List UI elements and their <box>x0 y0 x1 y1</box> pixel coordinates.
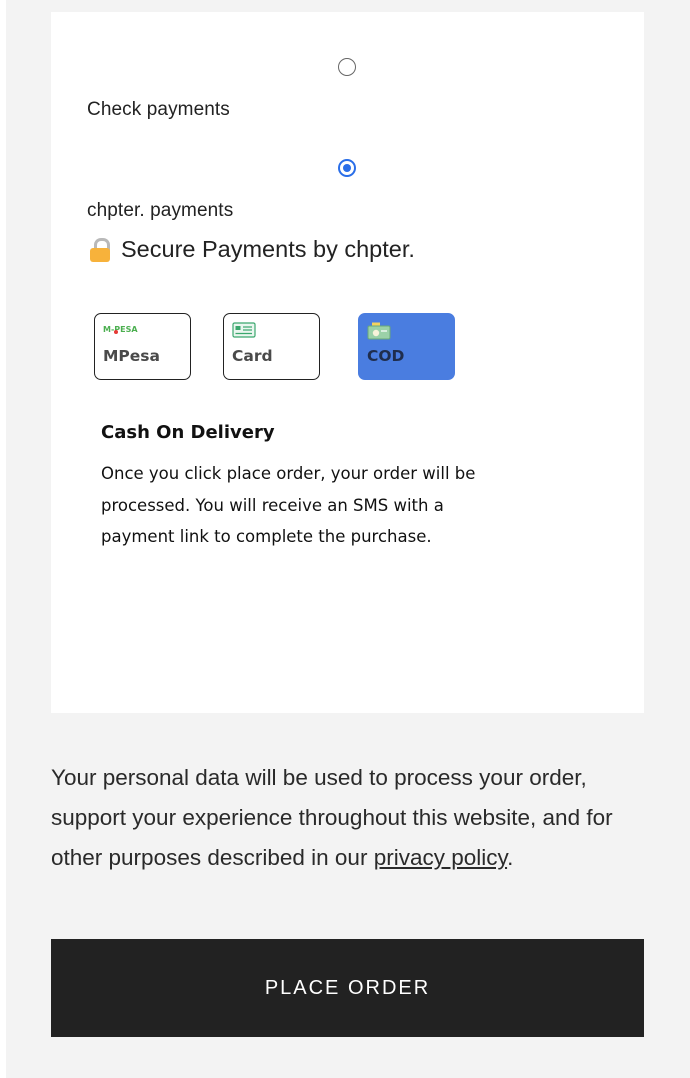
cod-option-label: COD <box>367 347 405 365</box>
privacy-notice: Your personal data will be used to proce… <box>51 758 651 878</box>
privacy-suffix: . <box>507 845 514 870</box>
cash-icon <box>367 322 391 345</box>
lock-icon <box>90 237 112 263</box>
place-order-button[interactable]: PLACE ORDER <box>51 939 644 1037</box>
svg-text:M-PESA: M-PESA <box>103 325 138 334</box>
chpter-payments-radio[interactable] <box>338 159 356 177</box>
secure-payments-text: Secure Payments by chpter. <box>121 236 415 262</box>
check-payments-label[interactable]: Check payments <box>87 99 230 121</box>
mpesa-option-button[interactable]: M-PESA MPesa <box>94 313 191 380</box>
card-option-label: Card <box>232 347 273 365</box>
cod-option-button[interactable]: COD <box>358 313 455 380</box>
cod-description: Once you click place order, your order w… <box>101 464 476 546</box>
cod-title: Cash On Delivery <box>101 422 275 443</box>
secure-payments-banner: Secure Payments by chpter. <box>90 236 415 263</box>
card-option-button[interactable]: Card <box>223 313 320 380</box>
mpesa-logo-icon: M-PESA <box>103 322 141 340</box>
mpesa-option-label: MPesa <box>103 347 160 365</box>
chpter-payments-label[interactable]: chpter. payments <box>87 200 233 222</box>
privacy-policy-link[interactable]: privacy policy <box>374 845 507 870</box>
card-icon <box>232 322 256 343</box>
check-payments-radio[interactable] <box>338 58 356 76</box>
privacy-text: Your personal data will be used to proce… <box>51 765 613 870</box>
